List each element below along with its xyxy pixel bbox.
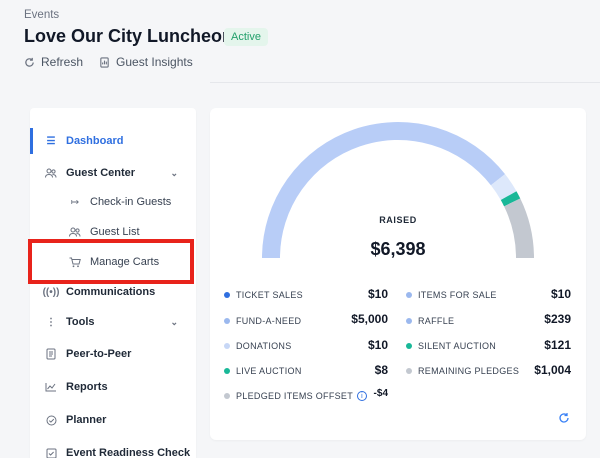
status-badge: Active <box>224 28 268 46</box>
legend-label: TICKET SALES <box>236 290 303 300</box>
legend-value: $8 <box>374 363 388 377</box>
legend-value: $10 <box>550 287 571 301</box>
sidebar-item-planner[interactable]: Planner <box>30 407 196 433</box>
report-icon <box>100 56 109 68</box>
legend-dot <box>406 318 412 324</box>
sidebar-item-dashboard[interactable]: ☰ Dashboard <box>30 128 196 154</box>
sidebar-item-label: Check-in Guests <box>90 196 172 208</box>
legend-dot <box>224 318 230 324</box>
legend-dot <box>224 393 230 399</box>
legend-value: $1,004 <box>534 363 571 377</box>
page-title: Love Our City Luncheon <box>24 26 234 46</box>
legend-value: $239 <box>544 312 571 326</box>
refresh-icon <box>25 57 34 67</box>
sidebar-item-label: Manage Carts <box>90 256 160 268</box>
gauge-segment-teal <box>500 191 521 207</box>
guest-insights-button[interactable]: Guest Insights <box>99 55 193 69</box>
chart-line-icon <box>44 380 58 394</box>
legend-dot <box>224 292 230 298</box>
sidebar-item-reports[interactable]: Reports <box>30 374 196 400</box>
legend-silent-auction: SILENT AUCTION <box>406 338 496 354</box>
legend-label: RAFFLE <box>418 316 455 326</box>
sidebar-item-label: Dashboard <box>66 135 124 147</box>
legend-dot <box>406 292 412 298</box>
sidebar-item-communications[interactable]: ((•)) Communications <box>30 279 196 305</box>
sidebar-item-guest-center[interactable]: Guest Center ⌄ <box>30 160 196 186</box>
guest-insights-label: Guest Insights <box>116 55 193 69</box>
check-circle-icon <box>44 413 58 427</box>
refresh-label: Refresh <box>41 55 84 69</box>
sidebar-item-tools[interactable]: ⋮ Tools ⌄ <box>30 309 196 335</box>
legend-fund-a-need: FUND-A-NEED <box>224 313 301 329</box>
refresh-button[interactable]: Refresh <box>24 55 83 69</box>
legend-label: ITEMS FOR SALE <box>418 290 497 300</box>
chevron-down-icon[interactable]: ⌄ <box>170 168 178 179</box>
legend-donations: DONATIONS <box>224 338 292 354</box>
raised-summary-card: RAISED $6,398 TICKET SALES $10 FUND-A-NE… <box>210 108 586 440</box>
legend-dot <box>406 343 412 349</box>
sidebar-item-check-in-guests[interactable]: ↦ Check-in Guests <box>30 189 196 215</box>
sidebar-item-event-readiness-check[interactable]: Event Readiness Check <box>30 440 196 458</box>
gauge-segment-light <box>490 174 517 201</box>
cart-icon <box>68 255 82 269</box>
legend-value: $5,000 <box>351 312 388 326</box>
broadcast-icon: ((•)) <box>42 286 60 298</box>
sidebar-item-label: Reports <box>66 381 108 393</box>
raised-total: $6,398 <box>370 239 426 259</box>
sidebar-nav: ☰ Dashboard Guest Center ⌄ ↦ Check-in Gu… <box>30 108 196 458</box>
legend-label: DONATIONS <box>236 341 292 351</box>
checklist-icon <box>44 446 58 458</box>
sidebar-item-label: Peer-to-Peer <box>66 348 132 360</box>
chevron-down-icon[interactable]: ⌄ <box>170 317 178 328</box>
sidebar-item-label: Tools <box>66 316 95 328</box>
users-icon <box>68 225 82 239</box>
sidebar-item-label: Guest List <box>90 226 140 238</box>
legend-label: FUND-A-NEED <box>236 316 302 326</box>
legend-dot <box>406 368 412 374</box>
header-divider <box>210 82 600 83</box>
sign-in-icon: ↦ <box>70 196 80 208</box>
refresh-icon[interactable] <box>558 412 570 424</box>
sidebar-item-guest-list[interactable]: Guest List <box>30 219 196 245</box>
legend-label: SILENT AUCTION <box>418 341 497 351</box>
legend-dot <box>224 343 230 349</box>
legend-value: $121 <box>544 338 571 352</box>
sidebar-item-label: Planner <box>66 414 107 426</box>
sidebar-item-peer-to-peer[interactable]: Peer-to-Peer <box>30 341 196 367</box>
legend-value: $10 <box>367 287 388 301</box>
raised-label: RAISED <box>379 215 417 225</box>
page-header: Events Love Our City Luncheon Active Ref… <box>0 0 600 90</box>
legend-ticket-sales: TICKET SALES <box>224 287 303 303</box>
breadcrumb[interactable]: Events <box>24 9 59 21</box>
sidebar-item-label: Guest Center <box>66 167 136 179</box>
document-icon <box>44 347 58 361</box>
legend-value: $10 <box>367 338 388 352</box>
legend-live-auction: LIVE AUCTION <box>224 363 302 379</box>
legend-items-for-sale: ITEMS FOR SALE <box>406 287 497 303</box>
sidebar-item-label: Event Readiness Check <box>66 447 191 458</box>
legend-dot <box>224 368 230 374</box>
header-actions: Refresh Guest Insights <box>24 55 193 69</box>
more-vertical-icon: ⋮ <box>46 316 56 328</box>
sidebar-item-manage-carts[interactable]: Manage Carts <box>30 249 196 275</box>
legend-raffle: RAFFLE <box>406 313 454 329</box>
users-icon <box>44 166 58 180</box>
sidebar-item-label: Communications <box>66 286 156 298</box>
list-icon: ☰ <box>46 135 56 147</box>
legend-value: -$4 <box>373 388 388 399</box>
legend-label: LIVE AUCTION <box>236 366 302 376</box>
